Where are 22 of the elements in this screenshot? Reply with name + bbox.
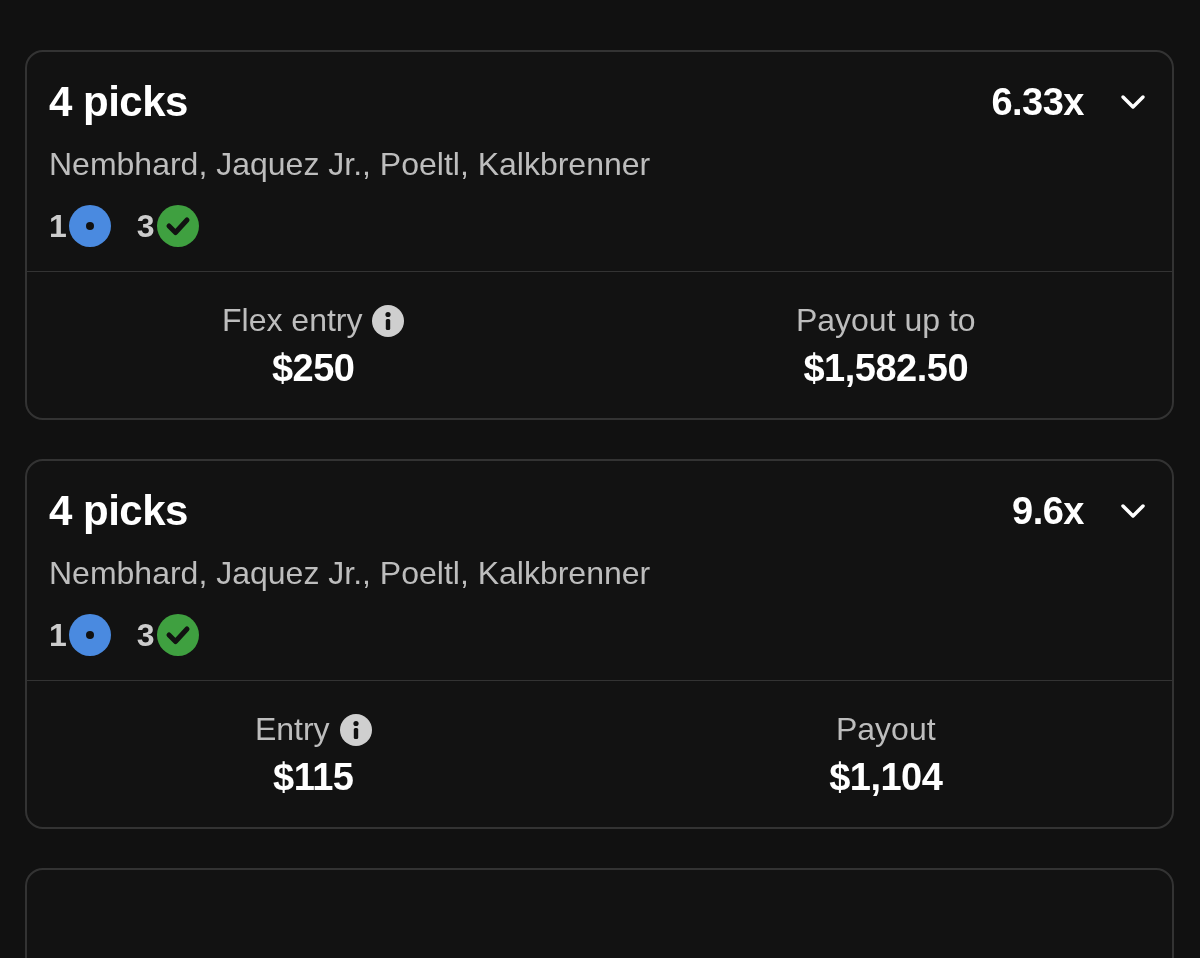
entry-label: Entry: [254, 711, 330, 748]
status-count: 3: [136, 207, 155, 245]
entry-amount: $250: [271, 347, 355, 390]
entry-amount: $115: [273, 756, 354, 799]
multiplier: 6.33x: [991, 80, 1084, 124]
multiplier: 9.6x: [1012, 489, 1084, 533]
status-count: 1: [49, 616, 67, 654]
entry-label: Flex entry: [222, 302, 363, 339]
status-count: 3: [136, 616, 155, 654]
payout-amount: $1,104: [829, 756, 943, 799]
payout-label: Payout up to: [795, 302, 976, 339]
status-count: 1: [49, 207, 67, 245]
payout-label: Payout: [835, 711, 936, 748]
player-names: Nembhard, Jaquez Jr., Poeltl, Kalkbrenner: [49, 146, 652, 183]
payout-amount: $1,582.50: [803, 347, 969, 390]
picks-title: 4 picks: [49, 78, 188, 126]
picks-title: 4 picks: [49, 487, 188, 535]
entry-card[interactable]: 4 picks 9.6x Nembhard, Jaquez Jr., Poeltl, Kalkbrenner 1 3 Entry $115 Payout $1,104: [25, 459, 1174, 829]
entry-card[interactable]: 4 picks 6.33x Nembhard, Jaquez Jr., Poeltl, Kalkbrenner 1 3 Flex entry $250 Payout up to $1,582.50: [25, 50, 1174, 420]
player-names: Nembhard, Jaquez Jr., Poeltl, Kalkbrenner: [49, 555, 652, 592]
info-icon[interactable]: [339, 713, 372, 746]
info-icon[interactable]: [372, 304, 405, 337]
